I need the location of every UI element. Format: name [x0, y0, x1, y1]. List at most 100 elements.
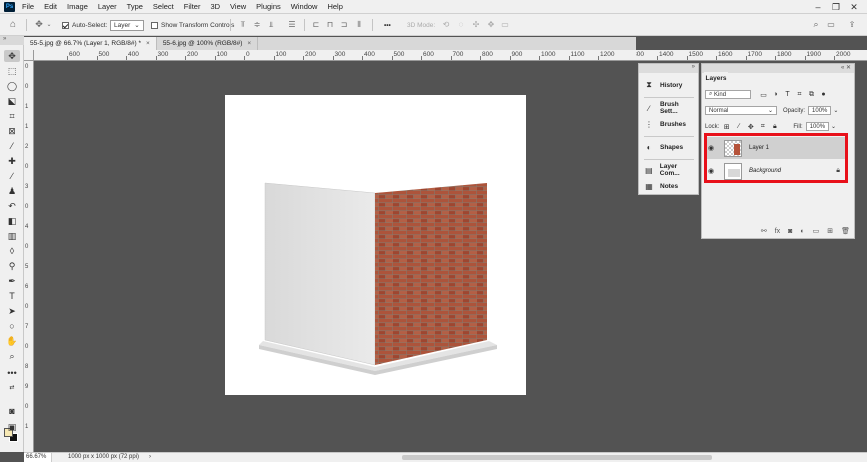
tab-document-2[interactable]: 55-6.jpg @ 100% (RGB/8#) × [157, 37, 259, 50]
close-icon[interactable]: × [146, 40, 150, 47]
menu-3d[interactable]: 3D [210, 2, 220, 11]
tools-collapse-toggle[interactable]: » [0, 36, 24, 45]
fill-input[interactable]: 100% [805, 122, 830, 131]
filter-smart-object-icon[interactable]: ⧉ [807, 91, 816, 99]
align-top-icon[interactable]: ⫪ [238, 19, 248, 30]
menu-layer[interactable]: Layer [98, 2, 117, 11]
photoshop-logo-icon[interactable]: Ps [4, 1, 15, 12]
gradient-tool-icon[interactable]: ▥ [4, 230, 20, 242]
type-tool-icon[interactable]: T [4, 290, 20, 302]
notes-panel-button[interactable]: ▦ Notes [644, 180, 678, 192]
align-left-icon[interactable]: ⊏ [311, 19, 321, 30]
more-options-button[interactable]: ••• [384, 18, 391, 32]
share-icon[interactable]: ⇪ [847, 19, 857, 30]
filter-toggle-icon[interactable]: ● [819, 91, 828, 98]
screen-mode-icon[interactable]: ▣ [4, 421, 20, 433]
crop-tool-icon[interactable]: ⌗ [4, 110, 20, 122]
new-group-icon[interactable]: ▭ [813, 227, 820, 235]
pen-tool-icon[interactable]: ✒ [4, 275, 20, 287]
lock-position-icon[interactable]: ✥ [746, 123, 755, 131]
zoom-level-field[interactable]: 66.67% [24, 453, 52, 462]
menu-edit[interactable]: Edit [44, 2, 57, 11]
filter-pixel-icon[interactable]: ▭ [759, 91, 768, 99]
ruler-origin[interactable] [24, 50, 34, 61]
brushes-panel-button[interactable]: ⋮ Brushes [644, 118, 686, 130]
opacity-input[interactable]: 100% [808, 106, 832, 115]
checkbox-icon[interactable] [62, 21, 69, 29]
shapes-panel-button[interactable]: ◐ Shapes [644, 141, 684, 153]
history-brush-tool-icon[interactable]: ↶ [4, 200, 20, 212]
ellipse-tool-icon[interactable]: ○ [4, 320, 20, 332]
healing-brush-tool-icon[interactable]: ✚ [4, 155, 20, 167]
home-icon[interactable]: ⌂ [8, 19, 18, 30]
tab-layers[interactable]: Layers [704, 72, 728, 85]
new-layer-icon[interactable]: ⊞ [827, 227, 833, 235]
layer-style-fx-icon[interactable]: fx [775, 228, 780, 235]
chevron-down-icon[interactable]: ⌄ [833, 107, 838, 114]
chevron-down-icon[interactable]: ⌄ [44, 19, 54, 30]
auto-select-target-dropdown[interactable]: Layer ⌄ [110, 18, 144, 32]
menu-image[interactable]: Image [67, 2, 88, 11]
menu-window[interactable]: Window [291, 2, 318, 11]
eraser-tool-icon[interactable]: ◧ [4, 215, 20, 227]
restore-icon[interactable]: ❐ [826, 0, 846, 14]
auto-select-checkbox[interactable]: Auto-Select: [62, 18, 107, 32]
filter-type-icon[interactable]: T [783, 91, 792, 98]
status-menu-arrow[interactable]: › [149, 453, 151, 462]
horizontal-ruler[interactable]: 600 500 400 300 200 100 0 100 200 300 400 500 600 700… [34, 50, 636, 61]
align-horizontal-center-icon[interactable]: ⊓ [325, 19, 335, 30]
menu-type[interactable]: Type [127, 2, 143, 11]
align-bottom-icon[interactable]: ⫫ [266, 19, 276, 30]
document-canvas[interactable] [225, 95, 526, 395]
adjustment-layer-icon[interactable]: ◐ [800, 228, 804, 235]
menu-file[interactable]: File [22, 2, 34, 11]
menu-plugins[interactable]: Plugins [256, 2, 281, 11]
layer-comps-panel-button[interactable]: ▤ Layer Com... [644, 163, 698, 177]
auto-select-target-value[interactable]: Layer ⌄ [110, 19, 144, 31]
horizontal-scrollbar[interactable] [402, 455, 712, 460]
align-vertical-center-icon[interactable]: ≑ [252, 19, 262, 30]
layer-filter-kind-dropdown[interactable]: ⌕ Kind [705, 90, 751, 99]
path-selection-tool-icon[interactable]: ➤ [4, 305, 20, 317]
filter-adjustment-icon[interactable]: ◑ [771, 91, 780, 98]
align-right-icon[interactable]: ⊐ [339, 19, 349, 30]
hand-tool-icon[interactable]: ✋ [4, 335, 20, 347]
vertical-ruler[interactable]: 0 0 1 1 2 0 3 0 4 0 5 6 0 7 0 8 9 0 1 [24, 61, 34, 452]
checkbox-icon[interactable] [151, 21, 158, 29]
brush-tool-icon[interactable]: ∕ [4, 170, 20, 182]
quick-mask-icon[interactable]: ◙ [4, 405, 20, 417]
menu-select[interactable]: Select [153, 2, 174, 11]
swap-colors-icon[interactable]: ⇄ [4, 381, 20, 393]
tab-document-1[interactable]: 55-5.jpg @ 66.7% (Layer 1, RGB/8#) * × [24, 37, 157, 50]
blur-tool-icon[interactable]: ◊ [4, 245, 20, 257]
history-panel-button[interactable]: ⧗ History [644, 79, 682, 91]
marquee-tool-icon[interactable]: ⬚ [4, 65, 20, 77]
menu-help[interactable]: Help [327, 2, 342, 11]
distribute-horizontal-icon[interactable]: ⫴ [354, 19, 364, 30]
menu-filter[interactable]: Filter [184, 2, 201, 11]
lasso-tool-icon[interactable]: ◯ [4, 80, 20, 92]
lock-image-icon[interactable]: ∕ [734, 123, 743, 130]
clone-stamp-tool-icon[interactable]: ♟ [4, 185, 20, 197]
filter-shape-icon[interactable]: ⌗ [795, 91, 804, 99]
object-selection-tool-icon[interactable]: ⬕ [4, 95, 20, 107]
close-icon[interactable]: ✕ [844, 0, 864, 14]
lock-transparent-icon[interactable]: ⊞ [722, 123, 731, 131]
lock-all-icon[interactable]: 🔒︎ [770, 123, 779, 131]
distribute-icon[interactable]: ☰ [287, 19, 297, 30]
delete-layer-icon[interactable]: 🗑︎ [841, 227, 850, 235]
search-icon[interactable]: ⌕ [811, 19, 821, 30]
minimize-icon[interactable]: – [808, 0, 828, 14]
move-tool-icon[interactable]: ✥ [4, 50, 20, 62]
chevron-down-icon[interactable]: ⌄ [831, 123, 836, 130]
brush-settings-panel-button[interactable]: ∕ Brush Sett... [644, 101, 698, 115]
workspace-icon[interactable]: ▭ [826, 19, 836, 30]
add-mask-icon[interactable]: ◙ [788, 228, 792, 235]
edit-toolbar-icon[interactable]: ••• [4, 367, 20, 379]
frame-tool-icon[interactable]: ⊠ [4, 125, 20, 137]
link-layers-icon[interactable]: ⚯ [761, 227, 767, 235]
lock-artboard-icon[interactable]: ⌗ [758, 123, 767, 131]
panel-collapse-icon[interactable]: » [639, 64, 698, 73]
zoom-tool-icon[interactable]: ⌕ [4, 350, 20, 362]
dodge-tool-icon[interactable]: ⚲ [4, 260, 20, 272]
